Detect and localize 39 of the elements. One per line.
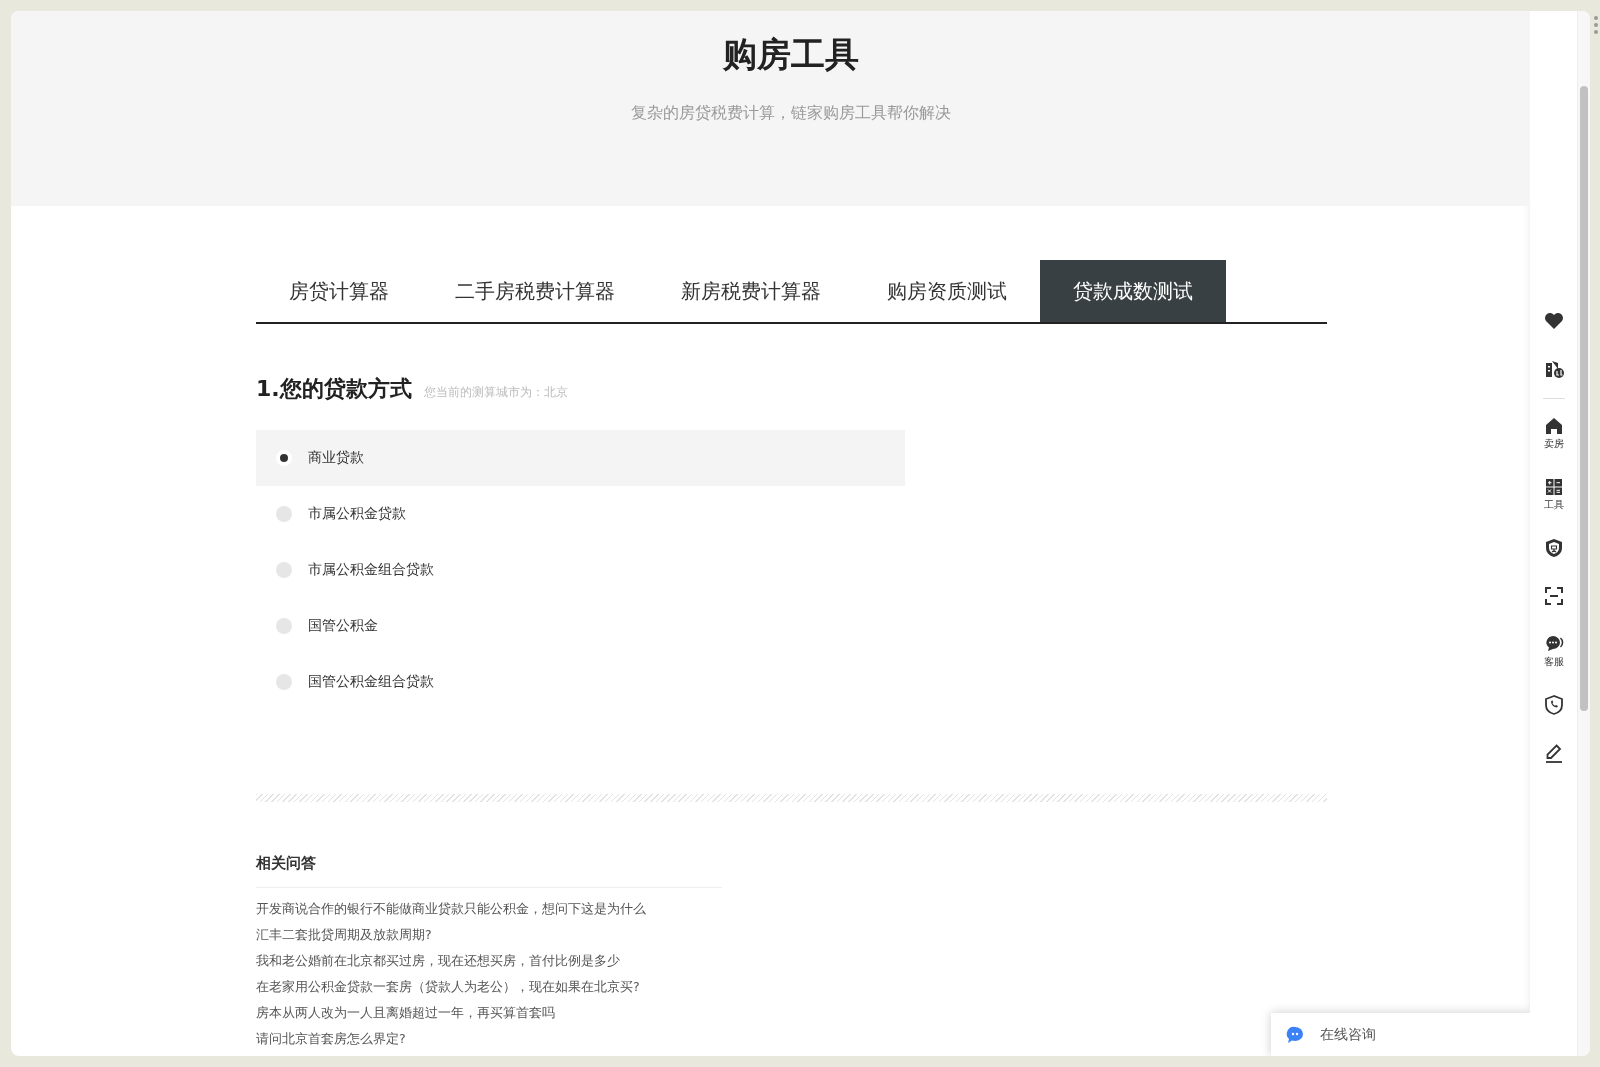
radio-option[interactable]: 商业贷款 (256, 430, 905, 486)
scan-icon[interactable] (1542, 585, 1565, 607)
option-label: 商业贷款 (308, 449, 364, 467)
radio-button[interactable] (276, 674, 292, 690)
chat-bubble-icon (1285, 1024, 1305, 1045)
section-title: 相关问答 (256, 854, 722, 888)
tab[interactable]: 二手房税费计算器 (422, 260, 648, 322)
radio-button[interactable] (276, 450, 292, 466)
phone-shield-icon[interactable] (1542, 694, 1565, 716)
sidebar-button[interactable]: 工具 (1542, 476, 1565, 511)
question-link[interactable]: 汇丰二套批贷周期及放款周期? (256, 922, 432, 948)
radio-button[interactable] (276, 618, 292, 634)
heart-icon[interactable] (1542, 310, 1565, 332)
question-link[interactable]: 在老家用公积金贷款一套房（贷款人为老公），现在如果在北京买? (256, 974, 640, 1000)
question-link[interactable]: 房本从两人改为一人且离婚超过一年，再买算首套吗 (256, 1000, 555, 1026)
chat-panel[interactable]: 在线咨询 (1271, 1013, 1530, 1056)
option-label: 国管公积金组合贷款 (308, 673, 434, 691)
page-subtitle: 复杂的房贷税费计算，链家购房工具帮你解决 (630, 103, 951, 124)
tab[interactable]: 贷款成数测试 (1040, 260, 1226, 322)
radio-option[interactable]: 国管公积金 (256, 598, 905, 654)
city-note: 您当前的测算城市为：北京 (423, 384, 568, 401)
question-title: 1.您的贷款方式 (256, 375, 412, 403)
sidebar-button[interactable]: 客服 (1542, 633, 1565, 668)
option-label: 市属公积金组合贷款 (308, 561, 434, 579)
tab[interactable]: 房贷计算器 (256, 260, 422, 322)
sidebar-button[interactable]: 卖房 (1542, 415, 1565, 450)
option-label: 国管公积金 (308, 617, 378, 635)
question-link[interactable]: 请问北京首套房怎么界定? (256, 1026, 406, 1052)
radio-option[interactable]: 市属公积金贷款 (256, 486, 905, 542)
radio-option[interactable]: 国管公积金组合贷款 (256, 654, 905, 710)
radio-option[interactable]: 市属公积金组合贷款 (256, 542, 905, 598)
radio-button[interactable] (276, 562, 292, 578)
page-title: 购房工具 (722, 33, 859, 75)
radio-button[interactable] (276, 506, 292, 522)
tab[interactable]: 购房资质测试 (854, 260, 1040, 322)
question-link[interactable]: 我和老公婚前在北京都买过房，现在还想买房，首付比例是多少 (256, 948, 620, 974)
option-label: 市属公积金贷款 (308, 505, 406, 523)
question-link[interactable]: 开发商说合作的银行不能做商业贷款只能公积金，想问下这是为什么 (256, 896, 646, 922)
tab[interactable]: 新房税费计算器 (648, 260, 854, 322)
